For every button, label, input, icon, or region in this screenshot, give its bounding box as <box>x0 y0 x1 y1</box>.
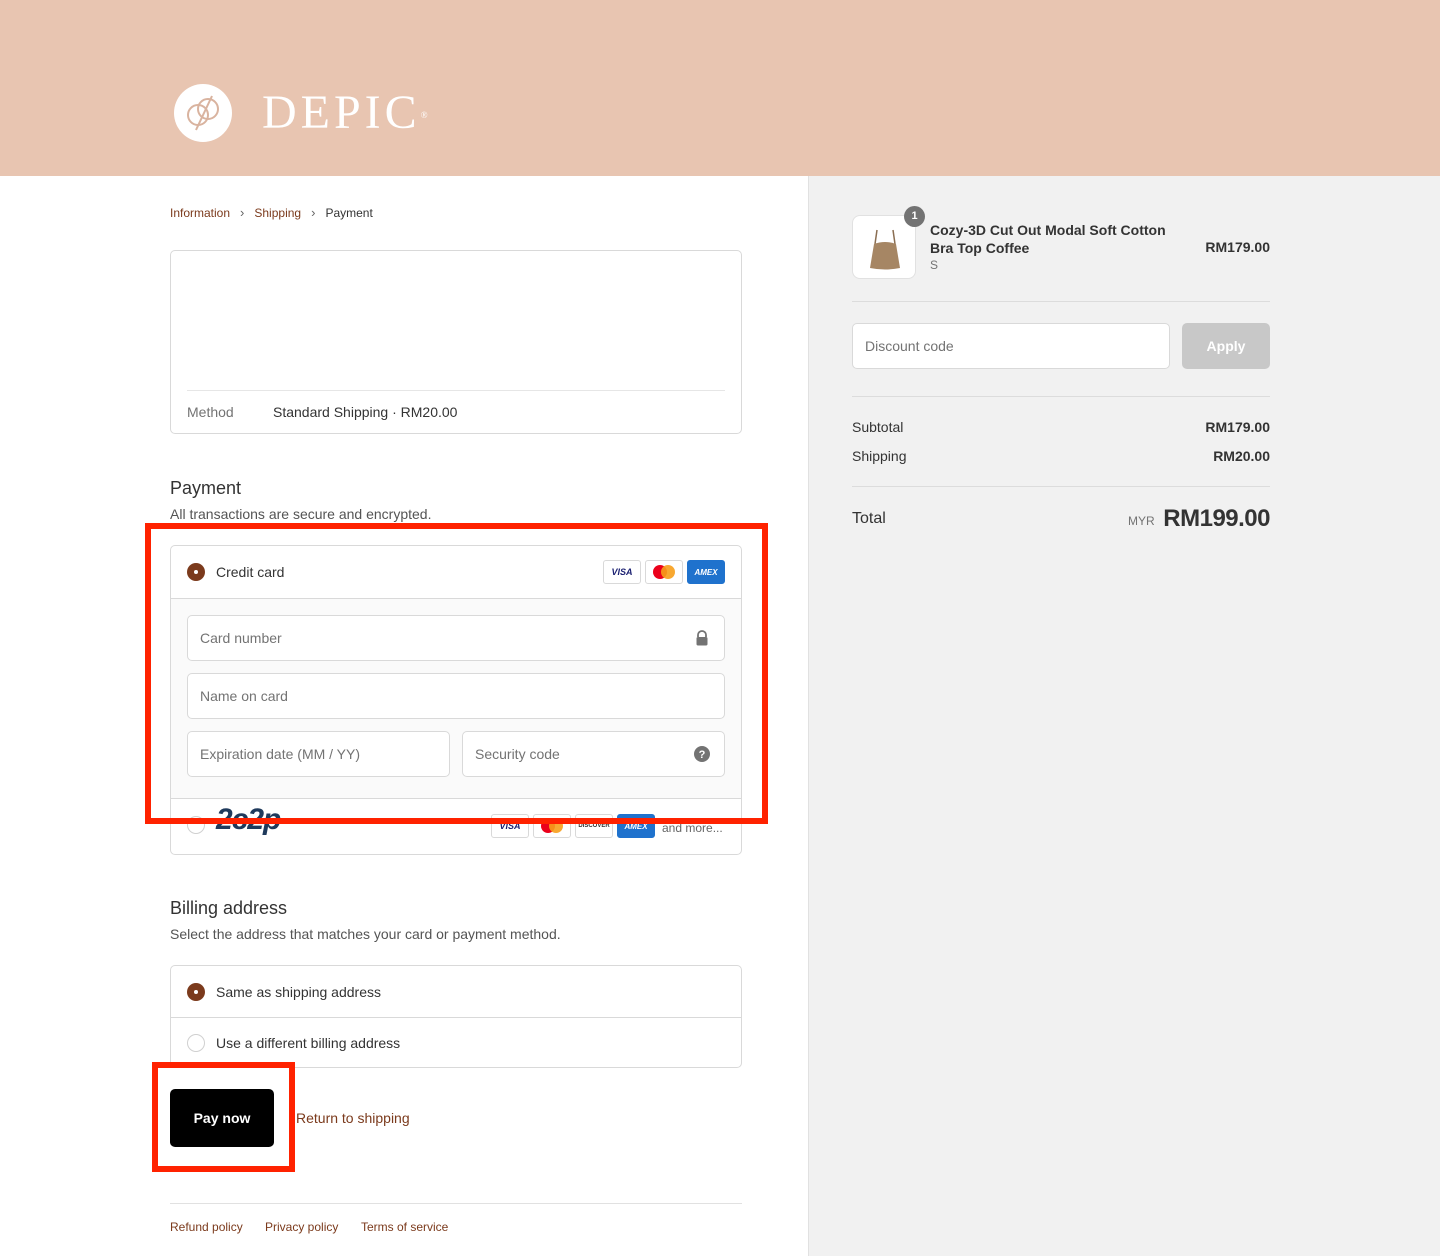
billing-subtitle: Select the address that matches your car… <box>170 926 561 942</box>
product-name: Cozy-3D Cut Out Modal Soft Cotton Bra To… <box>930 222 1166 256</box>
chevron-right-icon: › <box>240 205 245 220</box>
different-address-label: Use a different billing address <box>216 1035 401 1051</box>
refund-policy-link[interactable]: Refund policy <box>170 1220 243 1234</box>
brand-name: DEPIC <box>262 86 421 139</box>
breadcrumb-payment: Payment <box>325 205 373 220</box>
billing-option-same[interactable]: Same as shipping address <box>171 966 741 1017</box>
chevron-right-icon: › <box>311 205 316 220</box>
brand-registered-mark: ® <box>420 110 428 120</box>
shipping-label: Shipping <box>852 448 907 464</box>
breadcrumb-shipping[interactable]: Shipping <box>254 206 301 220</box>
divider <box>852 486 1270 487</box>
quantity-badge: 1 <box>904 206 925 227</box>
subtotal-value: RM179.00 <box>1205 419 1270 435</box>
return-to-shipping-link[interactable]: Return to shipping <box>296 1110 410 1126</box>
total-value: RM199.00 <box>1163 505 1270 532</box>
shipping-value: RM20.00 <box>1213 448 1270 464</box>
brand-logo-icon[interactable] <box>174 84 232 142</box>
same-address-label: Same as shipping address <box>216 984 381 1000</box>
product-price: RM179.00 <box>1205 239 1270 255</box>
breadcrumb: Information › Shipping › Payment <box>170 205 373 220</box>
billing-option-different[interactable]: Use a different billing address <box>171 1018 741 1068</box>
same-address-radio[interactable] <box>187 983 205 1001</box>
product-thumbnail <box>852 215 916 279</box>
divider <box>852 301 1270 302</box>
total-label: Total <box>852 510 886 527</box>
method-label: Method <box>187 404 234 420</box>
product-variant: S <box>930 258 939 272</box>
apply-discount-button[interactable]: Apply <box>1182 323 1270 369</box>
bra-top-image-icon <box>870 229 900 270</box>
payment-title: Payment <box>170 478 242 498</box>
divider <box>852 396 1270 397</box>
divider <box>187 390 725 391</box>
footer-divider <box>170 1203 742 1204</box>
billing-title: Billing address <box>170 898 288 918</box>
currency-code: MYR <box>1128 514 1155 528</box>
terms-of-service-link[interactable]: Terms of service <box>361 1220 448 1234</box>
highlight-box-card-form <box>145 523 768 824</box>
discount-code-placeholder: Discount code <box>865 338 954 354</box>
shipping-summary-box: Method Standard Shipping · RM20.00 <box>170 250 742 434</box>
payment-subtitle: All transactions are secure and encrypte… <box>170 506 432 522</box>
breadcrumb-information[interactable]: Information <box>170 206 230 220</box>
different-address-radio[interactable] <box>187 1034 205 1052</box>
billing-options-box: Same as shipping address Use a different… <box>170 965 742 1068</box>
privacy-policy-link[interactable]: Privacy policy <box>265 1220 338 1234</box>
method-value: Standard Shipping · RM20.00 <box>273 404 458 420</box>
brand-wordmark[interactable]: DEPIC® <box>262 86 428 140</box>
subtotal-label: Subtotal <box>852 419 904 435</box>
discount-code-input[interactable]: Discount code <box>852 323 1170 369</box>
highlight-box-pay-now <box>152 1062 295 1172</box>
